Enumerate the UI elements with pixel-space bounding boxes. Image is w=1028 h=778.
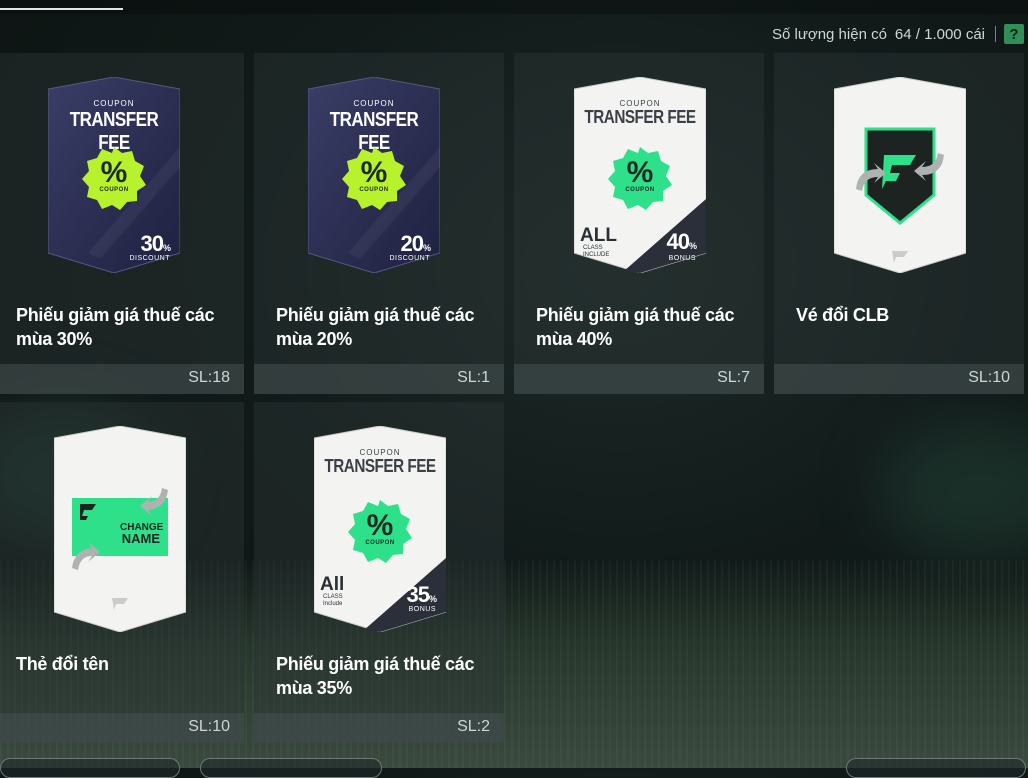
card-value-number: 40 — [666, 229, 691, 254]
item-name: Phiếu giảm giá thuế các mùa 20% — [276, 305, 475, 349]
quantity-bar: SL:18 — [0, 364, 244, 394]
bottom-button[interactable] — [200, 758, 382, 778]
card-value-sub: BONUS — [408, 606, 436, 613]
card-value: 30% — [140, 231, 172, 257]
transfer-fee-coupon-card: COUPON TRANSFER FEE % COUPON All CLASS In… — [314, 426, 446, 632]
card-value-number: 35 — [406, 582, 431, 607]
card-all-label: ALL — [580, 225, 617, 246]
badge-percent: % — [360, 156, 388, 189]
transfer-fee-coupon-card: COUPON TRANSFER FEE % COUPON 20% DISCOUN… — [308, 77, 440, 273]
card-class-label: CLASS Include — [323, 594, 343, 608]
item-quantity: SL:1 — [457, 369, 490, 386]
coupon-badge-icon: % COUPON — [342, 147, 406, 211]
badge-label: COUPON — [625, 187, 655, 193]
item-tile[interactable]: CHANGE NAME Thẻ đổi tên SL:10 — [0, 402, 244, 743]
card-coupon-label: COUPON — [93, 99, 135, 108]
background-glow — [880, 420, 1028, 560]
item-name: Phiếu giảm giá thuế các mùa 30% — [16, 305, 215, 349]
item-quantity: SL:10 — [188, 718, 230, 735]
card-value-number: 20 — [400, 231, 425, 256]
item-quantity: SL:18 — [188, 369, 230, 386]
badge-percent: % — [100, 156, 128, 189]
help-button[interactable]: ? — [1004, 24, 1024, 44]
change-name-label: CHANGE NAME — [120, 522, 163, 546]
item-name: Thẻ đổi tên — [16, 654, 109, 674]
inventory-count: 64 / 1.000 cái — [894, 25, 985, 43]
badge-percent: % — [626, 156, 654, 189]
card-class-line: Include — [323, 601, 343, 607]
badge-label: COUPON — [99, 187, 129, 193]
card-value-unit: % — [428, 594, 437, 604]
item-tile[interactable]: COUPON TRANSFER FEE % COUPON 30% DISCOUN… — [0, 53, 244, 394]
item-quantity: SL:10 — [968, 369, 1010, 386]
bottom-button[interactable] — [0, 758, 180, 778]
card-value: 20% — [400, 231, 432, 257]
active-tab-indicator — [0, 8, 123, 10]
transfer-fee-coupon-card: COUPON TRANSFER FEE % COUPON ALL CLASS IN… — [574, 77, 706, 273]
card-value-unit: % — [422, 243, 431, 253]
inventory-summary: Số lượng hiện có 64 / 1.000 cái ? — [772, 22, 1024, 46]
coupon-badge-icon: % COUPON — [348, 500, 412, 564]
item-quantity: SL:2 — [457, 718, 490, 735]
badge-percent: % — [366, 509, 394, 542]
badge-label: COUPON — [359, 187, 389, 193]
item-tile[interactable]: Vé đổi CLB SL:10 — [774, 53, 1024, 394]
divider — [995, 26, 996, 42]
item-name: Vé đổi CLB — [796, 305, 890, 325]
card-value: 35% — [406, 582, 438, 608]
card-all-label: All — [320, 574, 345, 595]
item-tile[interactable]: COUPON TRANSFER FEE % COUPON All CLASS In… — [254, 402, 504, 743]
card-value-sub: DISCOUNT — [389, 255, 430, 262]
card-coupon-label: COUPON — [353, 99, 395, 108]
item-tile[interactable]: COUPON TRANSFER FEE % COUPON ALL CLASS IN… — [514, 53, 764, 394]
top-strip — [0, 0, 1028, 14]
item-quantity: SL:7 — [717, 369, 750, 386]
card-class-line: INCLUDE — [583, 252, 610, 258]
coupon-badge-icon: % COUPON — [608, 147, 672, 211]
quantity-bar: SL:10 — [0, 713, 244, 743]
quantity-bar: SL:2 — [254, 713, 504, 743]
card-title: TRANSFER FEE — [584, 107, 696, 127]
name-change-card: CHANGE NAME — [54, 426, 186, 632]
transfer-fee-coupon-card: COUPON TRANSFER FEE % COUPON 30% DISCOUN… — [48, 77, 180, 273]
card-value-number: 30 — [140, 231, 165, 256]
card-value-unit: % — [162, 243, 171, 253]
card-title: TRANSFER FEE — [324, 456, 436, 476]
card-value-sub: BONUS — [668, 255, 696, 262]
quantity-bar: SL:10 — [774, 364, 1024, 394]
card-value-sub: DISCOUNT — [129, 255, 170, 262]
item-name: Phiếu giảm giá thuế các mùa 35% — [276, 654, 475, 698]
change-name-line: NAME — [121, 531, 160, 546]
card-class-line: CLASS — [323, 594, 343, 600]
club-change-ticket-card — [834, 77, 966, 273]
item-name: Phiếu giảm giá thuế các mùa 40% — [536, 305, 735, 349]
coupon-badge-icon: % COUPON — [82, 147, 146, 211]
card-value-unit: % — [688, 241, 697, 251]
item-tile[interactable]: COUPON TRANSFER FEE % COUPON 20% DISCOUN… — [254, 53, 504, 394]
inventory-label: Số lượng hiện có — [771, 25, 887, 43]
card-class-line: CLASS — [583, 245, 603, 251]
card-value: 40% — [666, 229, 698, 255]
badge-label: COUPON — [365, 540, 395, 546]
quantity-bar: SL:7 — [514, 364, 764, 394]
bottom-button[interactable] — [846, 758, 1026, 778]
quantity-bar: SL:1 — [254, 364, 504, 394]
card-class-label: CLASS INCLUDE — [583, 245, 609, 259]
